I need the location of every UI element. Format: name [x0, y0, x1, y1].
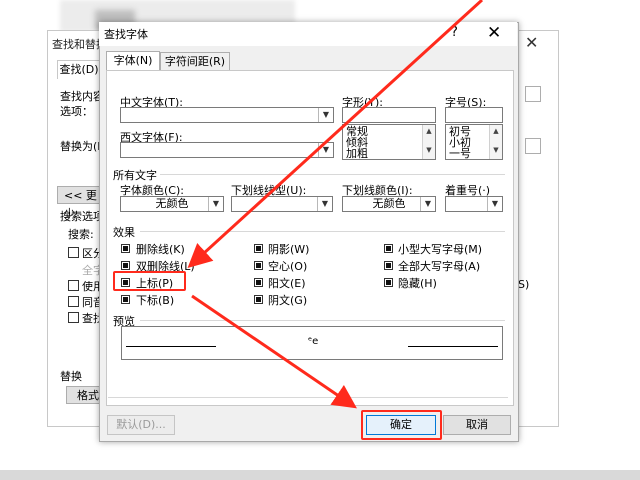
arrow-to-superscript: [187, 0, 484, 269]
arrow-to-ok-button: [191, 294, 357, 409]
annotation-arrows: [187, 0, 484, 409]
taskbar-strip: [0, 470, 640, 480]
